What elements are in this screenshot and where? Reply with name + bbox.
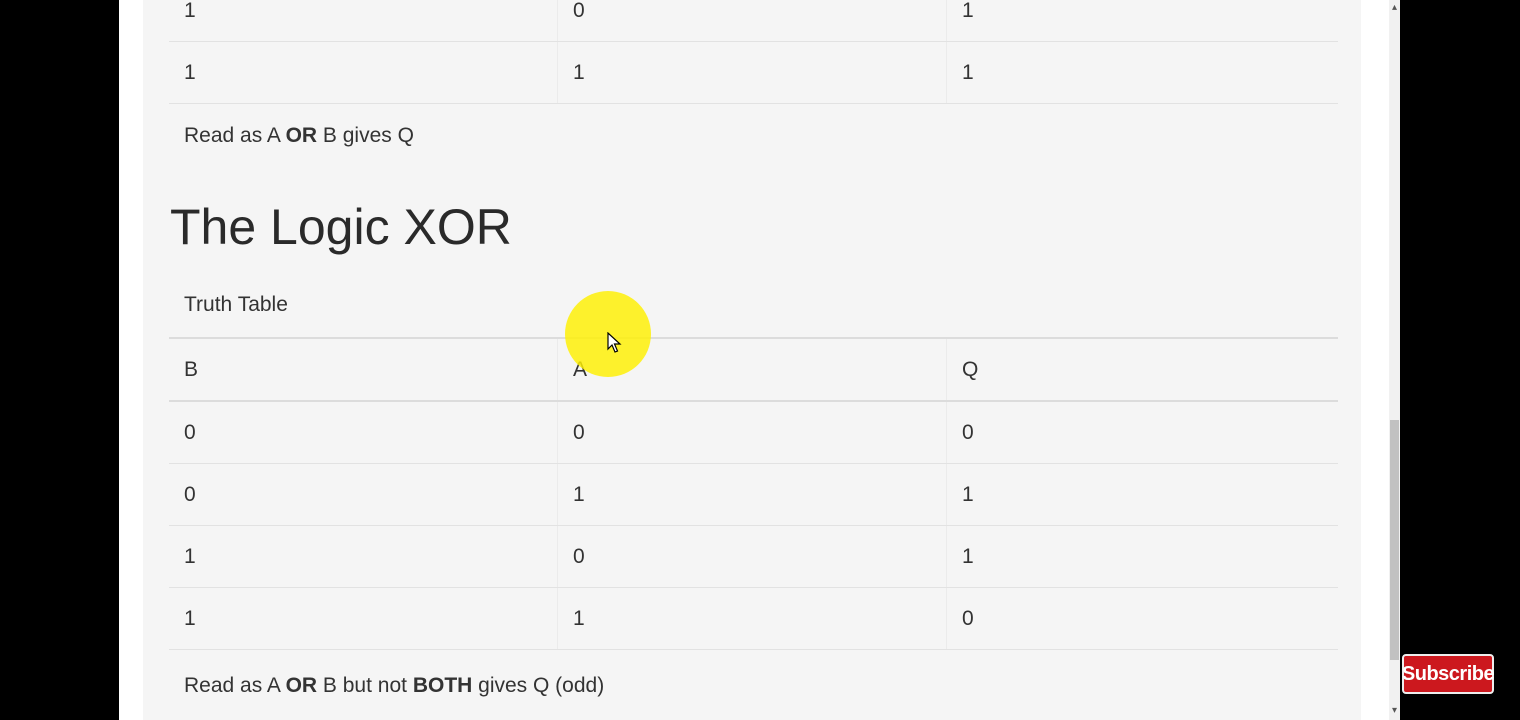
caption-text: gives Q (odd) bbox=[472, 674, 605, 697]
scroll-up-arrow-icon[interactable]: ▴ bbox=[1389, 2, 1400, 14]
caption-text: Read as A bbox=[184, 124, 286, 147]
table-row: 0 0 0 bbox=[169, 402, 1338, 464]
table-cell: 0 bbox=[558, 402, 947, 463]
mouse-pointer-icon bbox=[607, 332, 622, 353]
section-heading: The Logic XOR bbox=[170, 199, 512, 255]
table-cell: 1 bbox=[962, 544, 974, 568]
table-cell: 1 bbox=[169, 588, 558, 649]
xor-caption: Read as A OR B but not BOTH gives Q (odd… bbox=[184, 674, 604, 698]
table-cell: 1 bbox=[962, 60, 974, 84]
table-cell: 1 bbox=[169, 0, 558, 41]
table-row: 1 1 1 bbox=[169, 42, 1338, 104]
subscribe-button[interactable]: Subscribe bbox=[1402, 654, 1495, 694]
caption-text: B gives Q bbox=[317, 124, 414, 147]
content-panel: 1 0 1 1 1 1 Read as A OR B gives Q The L… bbox=[143, 0, 1361, 720]
caption-bold: OR bbox=[285, 674, 318, 697]
table-cell: 0 bbox=[558, 0, 947, 41]
table-cell: 0 bbox=[962, 420, 974, 444]
table-cell: 1 bbox=[558, 42, 947, 103]
column-header: B bbox=[169, 339, 558, 400]
table-row: 0 1 1 bbox=[169, 464, 1338, 526]
table-cell: 0 bbox=[169, 464, 558, 525]
scrollbar-thumb[interactable] bbox=[1390, 420, 1399, 660]
table-cell: 1 bbox=[169, 526, 558, 587]
or-truth-table: 1 0 1 1 1 1 bbox=[169, 0, 1338, 104]
table-header-row: B A Q bbox=[169, 337, 1338, 402]
table-row: 1 0 1 bbox=[169, 0, 1338, 42]
table-cell: 0 bbox=[558, 526, 947, 587]
scroll-down-arrow-icon[interactable]: ▾ bbox=[1389, 705, 1400, 717]
table-cell: 0 bbox=[169, 402, 558, 463]
caption-text: B but not bbox=[317, 674, 413, 697]
table-cell: 1 bbox=[962, 482, 974, 506]
table-cell: 1 bbox=[169, 42, 558, 103]
caption-bold: BOTH bbox=[412, 674, 473, 697]
column-header: Q bbox=[962, 357, 979, 381]
table-cell: 0 bbox=[962, 606, 974, 630]
table-row: 1 1 0 bbox=[169, 588, 1338, 650]
caption-text: Read as A bbox=[184, 674, 286, 697]
or-caption: Read as A OR B gives Q bbox=[184, 124, 414, 148]
table-cell: 1 bbox=[558, 464, 947, 525]
table-row: 1 0 1 bbox=[169, 526, 1338, 588]
caption-bold: OR bbox=[285, 124, 318, 147]
table-cell: 1 bbox=[558, 588, 947, 649]
browser-page: 1 0 1 1 1 1 Read as A OR B gives Q The L… bbox=[119, 0, 1400, 720]
table-cell: 1 bbox=[962, 0, 974, 22]
table-subtitle: Truth Table bbox=[184, 293, 288, 316]
xor-truth-table: B A Q 0 0 0 0 1 1 1 0 1 1 1 0 bbox=[169, 337, 1338, 650]
